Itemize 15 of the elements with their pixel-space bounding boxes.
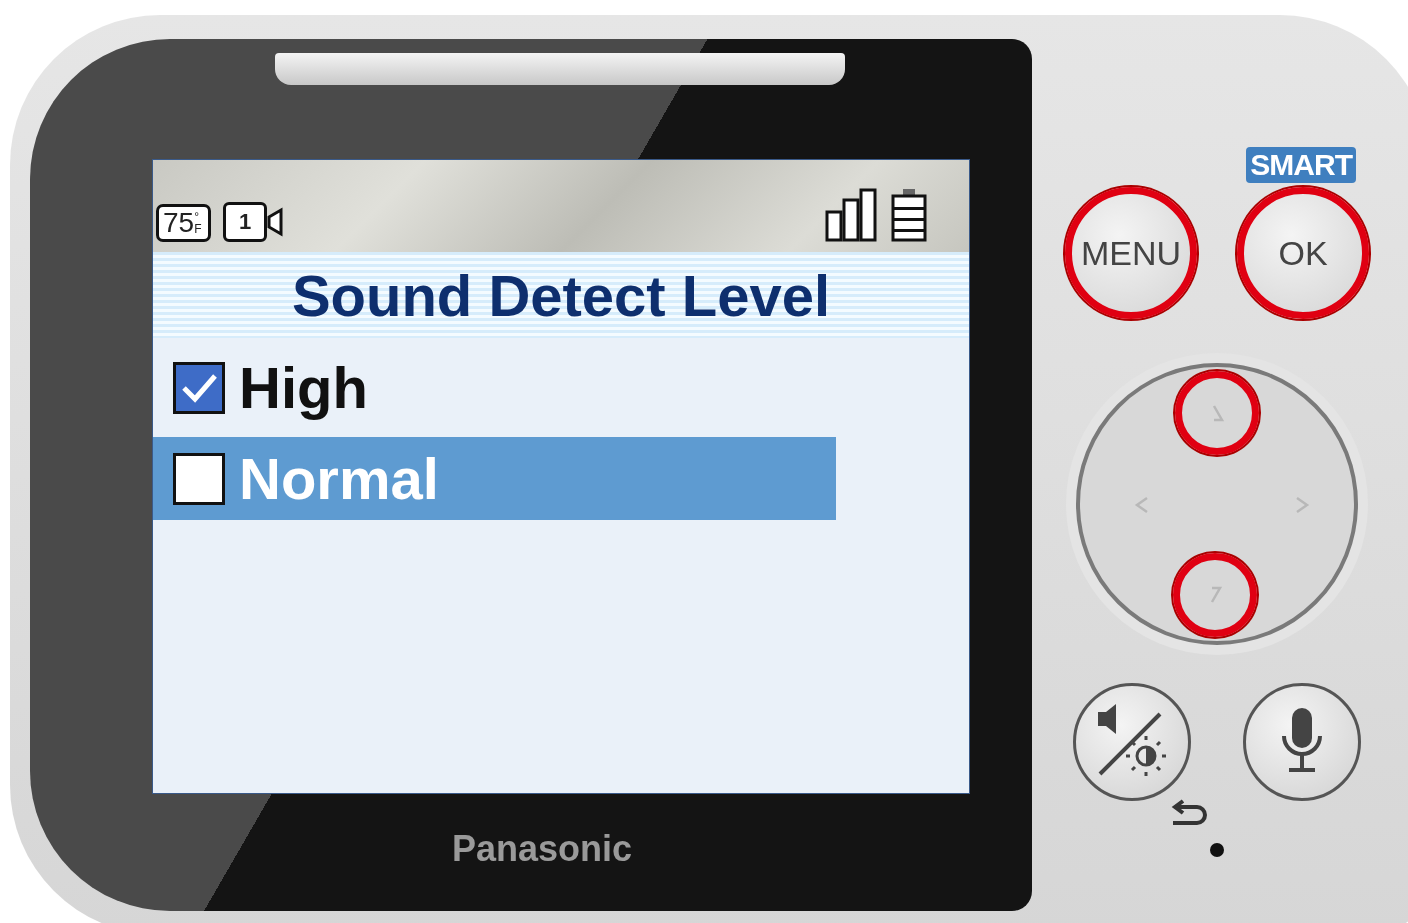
microphone-hole-icon <box>1210 843 1224 857</box>
option-label: Normal <box>239 445 439 512</box>
highlighted-button[interactable]: MENU <box>1065 187 1197 319</box>
checkbox[interactable] <box>173 361 225 414</box>
option-label: High <box>239 354 368 421</box>
signal-icon <box>825 188 879 242</box>
dpad-up-button[interactable] <box>1175 371 1259 455</box>
dpad-down-button[interactable] <box>1173 553 1257 637</box>
brand-logo: Panasonic <box>452 828 633 870</box>
checkbox[interactable] <box>173 452 225 505</box>
smart-label: SMART <box>1246 147 1356 183</box>
screen-title: Sound Detect Level <box>153 252 969 338</box>
option-row[interactable]: High <box>153 346 836 429</box>
highlighted-button[interactable]: OK <box>1237 187 1369 319</box>
battery-icon <box>891 188 927 242</box>
